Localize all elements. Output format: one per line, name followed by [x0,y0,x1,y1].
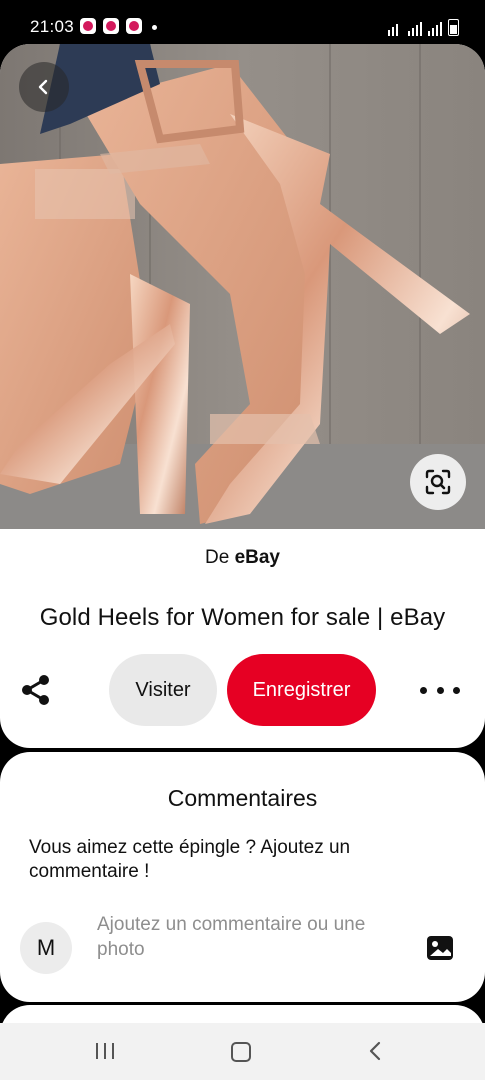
source-prefix: De [205,547,230,568]
status-bar: 21:03 [0,0,485,44]
system-nav-bar [0,1023,485,1080]
pin-image[interactable] [0,44,485,529]
status-time: 21:03 [30,17,75,36]
pinterest-notification-icon [80,18,96,34]
comment-input[interactable]: Ajoutez un commentaire ou une photo [97,912,407,962]
more-horizontal-icon [420,686,427,694]
add-photo-button[interactable] [426,934,454,962]
home-button[interactable] [231,1042,251,1062]
image-icon [427,936,453,960]
comments-card: Commentaires Vous aimez cette épingle ? … [0,752,485,1002]
lens-search-icon [425,469,451,495]
more-notifications-dot-icon [152,25,157,30]
pin-card: De eBay Gold Heels for Women for sale | … [0,44,485,748]
system-icons [388,19,459,36]
pinterest-notification-icon [126,18,142,34]
heels-photo [0,44,485,529]
battery-icon [448,19,459,36]
save-button[interactable]: Enregistrer [227,654,376,726]
back-button[interactable] [19,62,69,112]
chevron-left-icon [38,79,48,95]
share-icon [22,675,49,705]
source-name[interactable]: eBay [235,547,280,568]
comments-prompt: Vous aimez cette épingle ? Ajoutez un co… [29,837,351,882]
screen: 21:03 De eBay Gold Heels for Women for s… [0,0,485,1080]
share-button[interactable] [18,672,54,708]
comments-title: Commentaires [167,785,318,811]
pin-source: De eBay [0,547,485,569]
more-options-button[interactable] [420,678,460,702]
signal-icon [428,22,442,36]
network-icon [388,22,402,36]
nav-back-button[interactable] [368,1041,382,1061]
visit-button[interactable]: Visiter [109,654,217,726]
recents-button[interactable] [96,1043,114,1059]
pin-actions: Visiter Enregistrer [0,654,485,726]
visual-search-button[interactable] [410,454,466,510]
pin-title: Gold Heels for Women for sale | eBay [39,604,446,631]
signal-icon [408,22,422,36]
avatar[interactable]: M [20,922,72,974]
pinterest-notification-icon [103,18,119,34]
